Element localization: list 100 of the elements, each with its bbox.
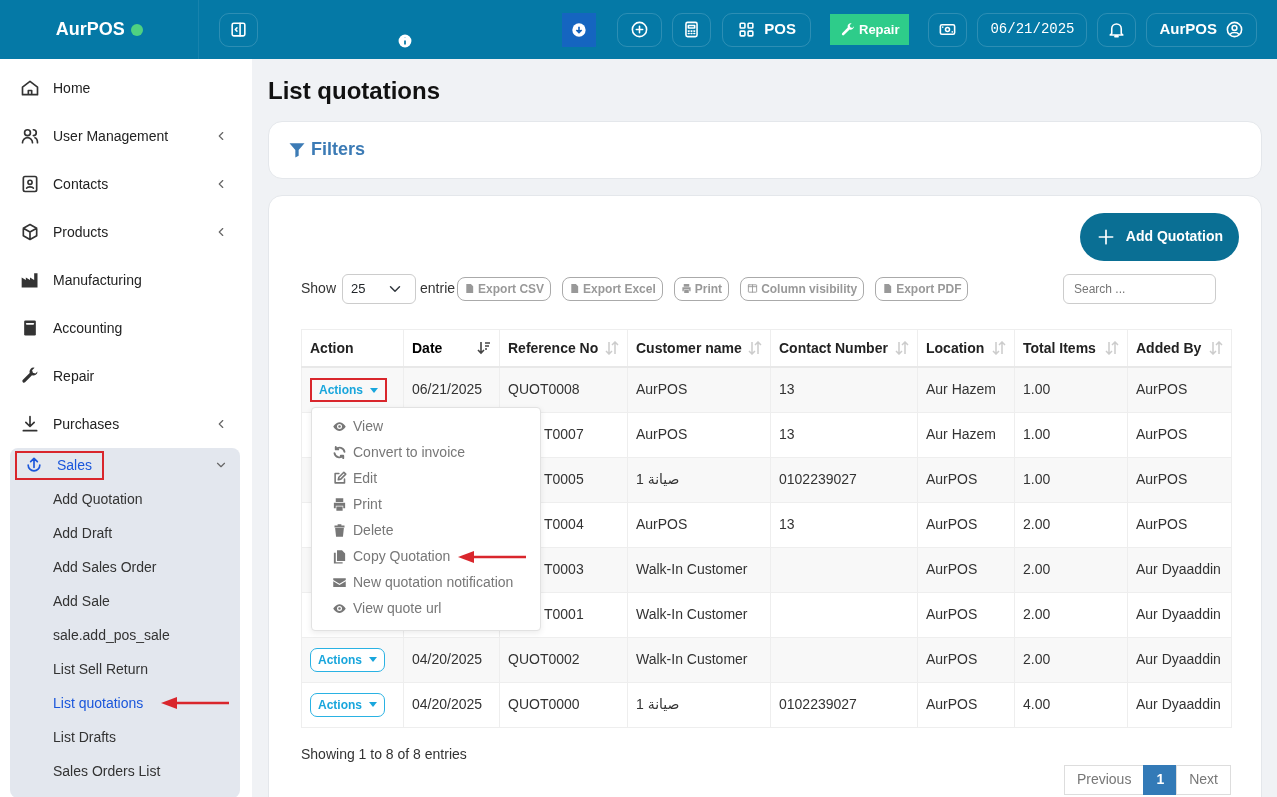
add-quotation-button[interactable]: Add Quotation bbox=[1079, 212, 1239, 261]
sidebar-item[interactable]: Repair bbox=[0, 352, 252, 400]
sidebar-item[interactable]: Sales bbox=[10, 448, 240, 482]
sidebar-item[interactable]: User Management bbox=[0, 112, 252, 160]
calculator-button[interactable] bbox=[672, 12, 712, 47]
submenu-item[interactable]: List Sell Return bbox=[10, 652, 148, 686]
table-cell: T0001 bbox=[544, 605, 584, 622]
submenu-item[interactable]: Add Draft bbox=[10, 516, 113, 550]
table-cell: 2.00 bbox=[1023, 515, 1051, 532]
header-label: Contact Number bbox=[779, 338, 888, 358]
date-button[interactable]: 06/21/2025 bbox=[977, 12, 1088, 47]
table-cell: صيانة 1 bbox=[636, 470, 680, 487]
add-icon bbox=[630, 20, 650, 39]
edit-icon bbox=[332, 471, 347, 487]
table-cell: 13 bbox=[779, 515, 795, 532]
copy-icon bbox=[332, 549, 347, 565]
actions-dropdown-button[interactable]: Actions bbox=[310, 647, 385, 672]
file-icon bbox=[882, 283, 894, 295]
table-cell: AurPOS bbox=[926, 470, 978, 487]
info-icon[interactable] bbox=[398, 33, 413, 48]
pagination-button[interactable]: 1 bbox=[1143, 764, 1178, 795]
pos-button[interactable]: POS bbox=[722, 12, 811, 47]
page-length-select[interactable]: 25 bbox=[342, 273, 417, 304]
sidebar-label: Repair bbox=[53, 366, 95, 386]
sidebar-item[interactable]: Contacts bbox=[0, 160, 252, 208]
table-cell: 13 bbox=[779, 381, 795, 398]
table-cell: 4.00 bbox=[1023, 695, 1051, 712]
actions-dropdown-button[interactable]: Actions bbox=[310, 692, 385, 717]
sidebar-label: Contacts bbox=[53, 174, 109, 194]
search-field[interactable]: Search ... bbox=[1063, 273, 1216, 304]
download-icon bbox=[571, 21, 588, 38]
sidebar-item[interactable]: Home bbox=[0, 64, 252, 112]
download-button[interactable] bbox=[562, 12, 597, 47]
submenu-item[interactable]: Add Sale bbox=[10, 584, 110, 618]
table-cell: 1.00 bbox=[1023, 470, 1051, 487]
table-cell: T0004 bbox=[544, 515, 584, 532]
table-cell: QUOT0002 bbox=[508, 650, 580, 667]
table-cell: QUOT0008 bbox=[508, 381, 580, 398]
sidebar-item[interactable]: Purchases bbox=[0, 400, 252, 448]
table-cell: 04/20/2025 bbox=[412, 650, 483, 667]
table-cell: AurPOS bbox=[926, 560, 978, 577]
print-icon bbox=[680, 283, 692, 295]
menu-item[interactable]: View quote url bbox=[312, 595, 442, 622]
table-cell: AurPOS bbox=[1136, 425, 1188, 442]
header-label: Reference No bbox=[508, 338, 599, 358]
export-button[interactable]: Export PDF bbox=[875, 276, 969, 301]
table-cell: 0102239027 bbox=[779, 695, 857, 712]
table-cell: 2.00 bbox=[1023, 560, 1051, 577]
table-cell: AurPOS bbox=[926, 695, 978, 712]
notifications-button[interactable] bbox=[1097, 12, 1137, 47]
export-button[interactable]: Column visibility bbox=[740, 276, 865, 301]
sidebar-item[interactable]: Products bbox=[0, 208, 252, 256]
header-label: Action bbox=[310, 338, 354, 358]
user-menu-button[interactable]: AurPOS bbox=[1146, 12, 1257, 47]
sidebar-item[interactable]: Manufacturing bbox=[0, 256, 252, 304]
caret-icon bbox=[369, 657, 377, 663]
add-button[interactable] bbox=[617, 12, 663, 47]
pagination-button[interactable]: Previous bbox=[1063, 764, 1145, 795]
table-cell: Walk-In Customer bbox=[636, 605, 748, 622]
print-icon bbox=[332, 497, 347, 513]
submenu-item[interactable]: Add Quotation bbox=[10, 482, 143, 516]
filters-panel[interactable]: Filters bbox=[268, 120, 1262, 179]
table-cell: Aur Dyaaddin bbox=[1136, 650, 1221, 667]
export-button[interactable]: Export Excel bbox=[562, 276, 663, 301]
refresh-icon bbox=[332, 445, 347, 461]
brand-name: AurPOS bbox=[55, 18, 125, 41]
pagination-button[interactable]: Next bbox=[1176, 764, 1231, 795]
submenu-item[interactable]: sale.add_pos_sale bbox=[10, 618, 170, 652]
header-label: Customer name bbox=[636, 338, 742, 358]
sidebar-label: Products bbox=[53, 222, 109, 242]
menu-item[interactable]: Copy Quotation bbox=[312, 543, 451, 570]
table-cell: AurPOS bbox=[926, 650, 978, 667]
table-cell: Aur Dyaaddin bbox=[1136, 695, 1221, 712]
table-cell: AurPOS bbox=[636, 381, 688, 398]
cash-button[interactable] bbox=[928, 12, 968, 47]
table-cell: Walk-In Customer bbox=[636, 560, 748, 577]
sidebar-toggle-icon bbox=[229, 20, 249, 39]
submenu-item[interactable]: List quotations bbox=[10, 686, 144, 720]
menu-item[interactable]: View bbox=[312, 413, 384, 440]
export-button[interactable]: Export CSV bbox=[457, 276, 552, 301]
download-icon bbox=[20, 414, 40, 434]
columns-icon bbox=[747, 283, 759, 295]
menu-item[interactable]: New quotation notification bbox=[312, 569, 514, 596]
table-cell: Aur Hazem bbox=[926, 381, 997, 398]
export-button[interactable]: Print bbox=[673, 276, 730, 301]
menu-item[interactable]: Convert to invoice bbox=[312, 439, 466, 466]
sidebar-item[interactable]: Accounting bbox=[0, 304, 252, 352]
table-cell: Aur Dyaaddin bbox=[1136, 560, 1221, 577]
submenu-item[interactable]: Add Sales Order bbox=[10, 550, 157, 584]
submenu-item[interactable]: List Drafts bbox=[10, 720, 116, 754]
table-info: Showing 1 to 8 of 8 entries bbox=[301, 744, 467, 764]
sort-descending-icon[interactable] bbox=[477, 341, 491, 356]
submenu-item[interactable]: Sales Orders List bbox=[10, 754, 161, 788]
table-cell: 1.00 bbox=[1023, 425, 1051, 442]
contact-card-icon bbox=[20, 174, 40, 194]
table-cell: Aur Hazem bbox=[926, 425, 997, 442]
sidebar-label: Home bbox=[53, 78, 91, 98]
menu-item[interactable]: Print bbox=[312, 491, 382, 518]
caret-icon bbox=[369, 702, 377, 708]
sidebar-toggle-button[interactable] bbox=[219, 12, 259, 47]
